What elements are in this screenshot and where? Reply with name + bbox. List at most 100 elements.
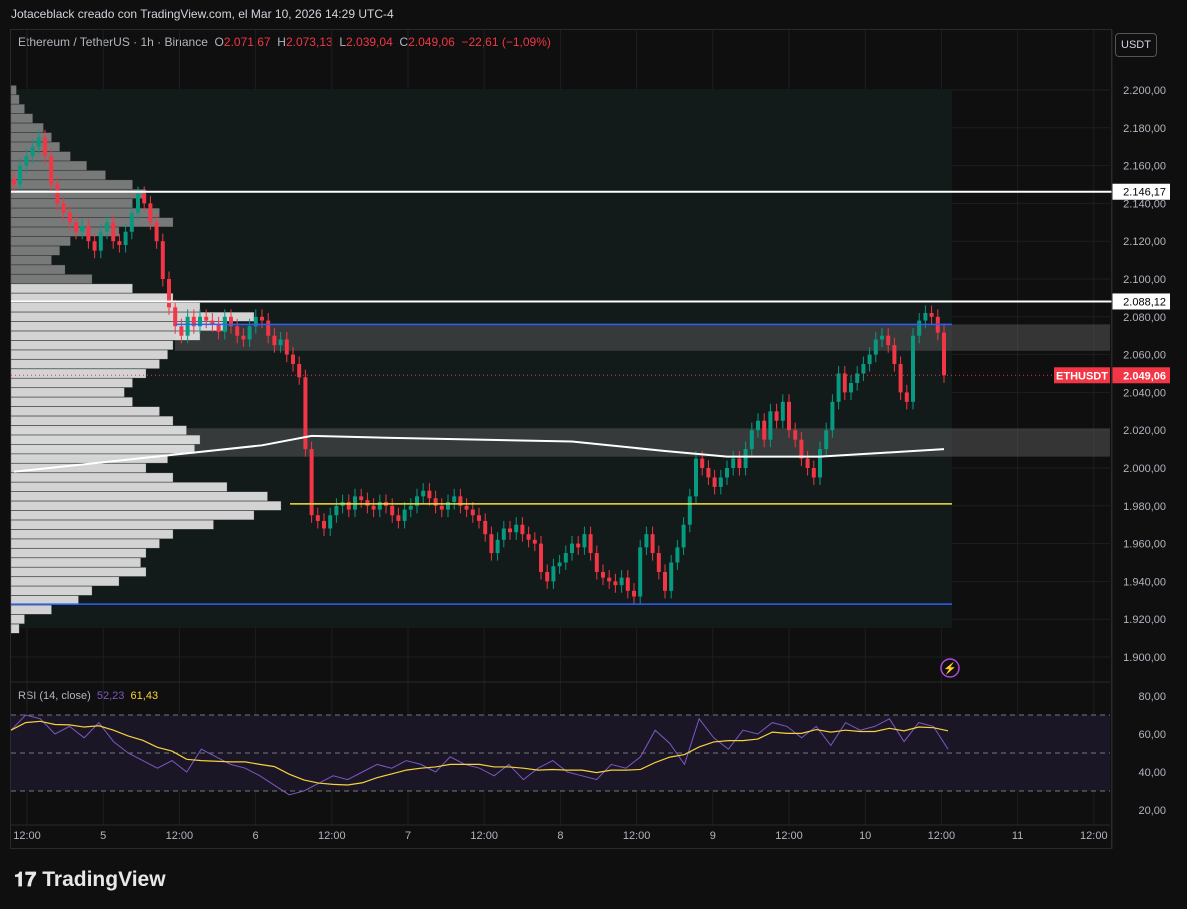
tradingview-logo[interactable]: 𝟏𝟕 TradingView: [14, 868, 166, 892]
volume-profile-bar: [10, 624, 20, 634]
price-tick: 1.980,00: [1123, 501, 1166, 513]
bolt-glyph: ⚡: [943, 662, 957, 675]
candle-body: [353, 496, 357, 510]
candle-body: [725, 468, 729, 478]
candle-body: [390, 505, 395, 516]
volume-profile-bar: [10, 255, 52, 265]
volume-profile-bar: [10, 113, 33, 123]
volume-profile-bar: [10, 510, 255, 520]
candle-body: [508, 528, 512, 533]
candle-body: [501, 528, 506, 540]
candle-body: [873, 339, 878, 355]
candle-body: [452, 496, 457, 503]
candle-body: [216, 324, 221, 332]
candle-body: [923, 313, 928, 321]
candle-body: [861, 364, 866, 374]
candle-body: [173, 307, 178, 327]
volume-profile-bar: [10, 340, 174, 350]
volume-profile-bar: [10, 444, 195, 454]
volume-profile-bar: [10, 368, 147, 379]
volume-profile-bar: [10, 198, 133, 209]
time-tick: 10: [859, 830, 871, 842]
volume-profile-bar: [10, 538, 160, 549]
volume-profile-bar: [10, 434, 201, 445]
candle-body: [793, 430, 798, 440]
time-tick: 12:00: [775, 830, 803, 842]
tv-logo-icon: 𝟏𝟕: [14, 868, 37, 891]
candle-body: [582, 534, 587, 548]
rsi-tick: 80,00: [1138, 691, 1166, 703]
volume-profile-bar: [10, 548, 147, 558]
candle-body: [365, 500, 370, 506]
candle-body: [551, 566, 556, 582]
candle-body: [396, 515, 401, 521]
volume-profile-bar: [10, 472, 174, 483]
volume-profile-bar: [10, 179, 133, 190]
candle-body: [235, 326, 240, 336]
candle-body: [774, 411, 779, 421]
volume-profile-bar: [10, 349, 168, 360]
candle-body: [681, 524, 686, 548]
rsi-tick: 40,00: [1138, 767, 1166, 779]
volume-profile-bar: [10, 482, 228, 492]
candle-body: [904, 392, 909, 402]
volume-profile-bar: [10, 274, 93, 284]
volume-profile-bar: [10, 425, 187, 435]
volume-profile-bar: [10, 359, 160, 369]
price-chart[interactable]: 2.200,00 2.180,00 2.160,00 2.140,00 2.120,00…: [0, 0, 1187, 909]
candle-body: [18, 165, 23, 185]
candle-body: [824, 430, 829, 450]
candle-body: [315, 515, 320, 521]
candle-body: [520, 524, 525, 535]
candle-body: [36, 137, 41, 147]
candle-body: [284, 339, 289, 355]
volume-profile-bar: [10, 142, 60, 152]
rsi-tick: 60,00: [1138, 729, 1166, 741]
time-tick: 12:00: [1080, 830, 1108, 842]
time-tick: 12:00: [470, 830, 498, 842]
volume-profile-bar: [10, 605, 52, 615]
candle-body: [86, 226, 91, 242]
candle-body: [594, 553, 599, 572]
price-tick: 2.180,00: [1123, 123, 1166, 135]
candle-body: [836, 373, 841, 402]
candle-body: [98, 231, 103, 251]
candle-body: [811, 468, 816, 478]
candle-body: [762, 420, 767, 440]
candle-body: [291, 354, 295, 365]
candle-body: [160, 241, 165, 279]
volume-profile-bar: [10, 378, 133, 388]
candle-body: [669, 562, 674, 591]
candle-body: [111, 222, 116, 242]
candle-body: [371, 505, 376, 510]
volume-profile-bar: [10, 85, 17, 95]
candle-body: [942, 332, 946, 376]
candle-body: [334, 505, 339, 516]
volume-profile-bar: [10, 387, 125, 398]
volume-profile-bar: [10, 614, 25, 624]
volume-profile-bar: [10, 576, 120, 587]
time-tick: 12:00: [318, 830, 346, 842]
candle-body: [818, 449, 822, 478]
candle-body: [842, 373, 847, 393]
price-tick: 1.900,00: [1123, 652, 1166, 664]
candle-body: [619, 577, 624, 586]
candle-body: [433, 498, 438, 506]
candle-body: [464, 505, 469, 510]
candle-body: [179, 326, 184, 336]
candle-body: [625, 577, 630, 591]
candle-body: [743, 449, 748, 468]
candle-body: [917, 320, 922, 336]
candle-body: [278, 339, 283, 346]
candle-body: [272, 335, 277, 346]
candle-body: [867, 354, 872, 365]
time-tick: 12:00: [623, 830, 651, 842]
time-tick: 9: [710, 830, 716, 842]
candle-body: [911, 335, 915, 402]
rsi-tick: 20,00: [1138, 805, 1166, 817]
candle-body: [718, 477, 723, 487]
candle-body: [185, 316, 190, 336]
volume-profile-bar: [10, 94, 20, 105]
candle-body: [421, 490, 426, 497]
candle-body: [588, 534, 593, 554]
